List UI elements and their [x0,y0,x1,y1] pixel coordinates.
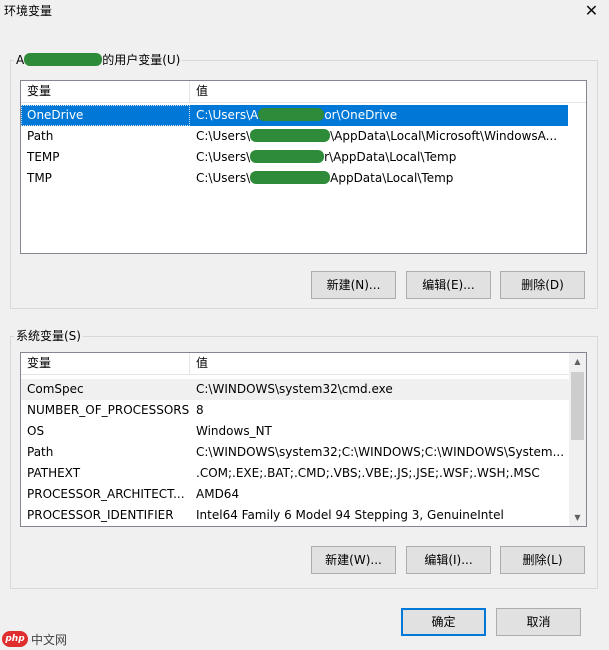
user-variables-label: A 的用户变量(U) [14,52,183,68]
variable-value: Windows_NT [196,424,272,438]
variable-value: C:\Users\ r\AppData\Local\Temp [190,147,568,168]
value-prefix: C:\Users\ [196,150,251,164]
variable-name: PROCESSOR_IDENTIFIER [27,508,174,522]
list-header: 变量 值 [21,353,570,375]
variable-value: Intel64 Family 6 Model 94 Stepping 3, Ge… [196,508,504,522]
column-header-value[interactable]: 值 [190,353,570,375]
table-row[interactable]: ComSpec C:\WINDOWS\system32\cmd.exe [21,379,569,400]
variable-name: PROCESSOR_ARCHITECT... [27,487,185,501]
table-row[interactable]: PROCESSOR_IDENTIFIER Intel64 Family 6 Mo… [21,505,569,526]
scrollbar-thumb[interactable] [571,372,584,440]
variable-value: .COM;.EXE;.BAT;.CMD;.VBS;.VBE;.JS;.JSE;.… [196,466,540,480]
redacted-username [250,171,331,184]
system-variables-label: 系统变量(S) [14,328,83,344]
variable-name: ComSpec [27,382,84,396]
system-edit-button[interactable]: 编辑(I)... [406,546,491,574]
table-row[interactable]: Path C:\WINDOWS\system32;C:\WINDOWS;C:\W… [21,442,569,463]
column-header-value[interactable]: 值 [190,81,586,103]
user-new-button[interactable]: 新建(N)... [311,271,396,299]
value-suffix: AppData\Local\Temp [330,171,454,185]
variable-name: Path [27,129,54,143]
user-label-prefix: A [16,53,25,67]
user-variables-list[interactable]: 变量 值 OneDrive C:\Users\A or\OneDrive Path… [20,80,587,254]
value-suffix: r\AppData\Local\Temp [324,150,457,164]
user-delete-button[interactable]: 删除(D) [500,271,585,299]
user-label-suffix: 的用户变量(U) [102,53,181,67]
php-badge: php [2,631,28,647]
table-row[interactable]: TMP C:\Users\ AppData\Local\Temp [21,168,568,189]
variable-value: C:\Users\A or\OneDrive [190,105,568,126]
variable-name: OS [27,424,45,438]
value-suffix: or\OneDrive [324,108,398,122]
system-delete-button[interactable]: 删除(L) [500,546,585,574]
table-row[interactable]: PATHEXT .COM;.EXE;.BAT;.CMD;.VBS;.VBE;.J… [21,463,569,484]
system-variables-list[interactable]: 变量 值 ComSpec C:\WINDOWS\system32\cmd.exe… [20,352,587,527]
variable-name: TEMP [27,150,60,164]
variable-name: NUMBER_OF_PROCESSORS [27,403,190,417]
value-suffix: \AppData\Local\Microsoft\WindowsA... [330,129,558,143]
redacted-username [258,108,325,121]
redacted-username [250,129,331,142]
list-header: 变量 值 [21,81,586,103]
close-icon[interactable]: ✕ [574,0,609,22]
variable-value: C:\Users\ \AppData\Local\Microsoft\Window… [190,126,568,147]
table-row[interactable]: NUMBER_OF_PROCESSORS 8 [21,400,569,421]
table-row[interactable]: OneDrive C:\Users\A or\OneDrive [21,105,568,126]
window-title: 环境变量 [4,4,53,18]
cancel-button[interactable]: 取消 [496,608,581,636]
php-cn-logo: php 中文网 [2,630,67,648]
logo-text: 中文网 [31,632,68,647]
value-prefix: C:\Users\A [196,108,259,122]
variable-value: C:\WINDOWS\system32\cmd.exe [196,382,393,396]
table-row[interactable]: OS Windows_NT [21,421,569,442]
column-header-variable[interactable]: 变量 [21,353,190,375]
table-row[interactable]: TEMP C:\Users\ r\AppData\Local\Temp [21,147,568,168]
vertical-scrollbar[interactable]: ▲ ▼ [569,353,586,526]
table-row[interactable]: PROCESSOR_ARCHITECT... AMD64 [21,484,569,505]
scroll-down-icon[interactable]: ▼ [569,509,586,526]
user-edit-button[interactable]: 编辑(E)... [406,271,491,299]
variable-value: AMD64 [196,487,240,501]
scroll-up-icon[interactable]: ▲ [569,353,586,370]
variable-name: PATHEXT [27,466,81,480]
table-row[interactable]: Path C:\Users\ \AppData\Local\Microsoft\W… [21,126,568,147]
ok-button[interactable]: 确定 [401,608,486,636]
value-prefix: C:\Users\ [196,171,251,185]
value-prefix: C:\Users\ [196,129,251,143]
variable-value: C:\Users\ AppData\Local\Temp [190,168,568,189]
redacted-username [24,53,103,66]
redacted-username [250,150,325,163]
system-new-button[interactable]: 新建(W)... [311,546,396,574]
variable-value: C:\WINDOWS\system32;C:\WINDOWS;C:\WINDOW… [196,445,565,459]
variable-name: Path [27,445,54,459]
column-header-variable[interactable]: 变量 [21,81,190,103]
variable-name: TMP [27,171,52,185]
variable-name: OneDrive [21,105,190,126]
variable-value: 8 [196,403,204,417]
